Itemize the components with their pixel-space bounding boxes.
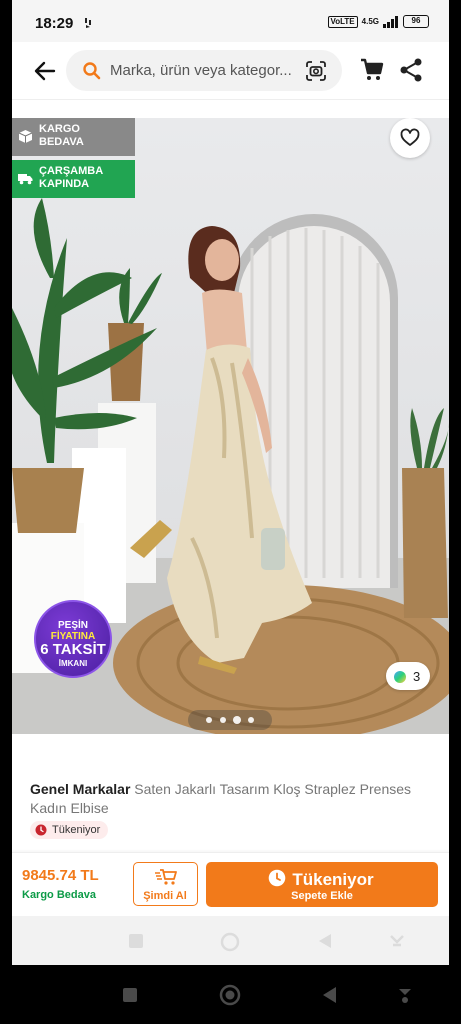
promo-line-1: PEŞİN (57, 620, 88, 631)
free-shipping-tag: KARGO BEDAVA (12, 118, 135, 156)
box-icon (18, 130, 33, 143)
system-recent-apps-icon[interactable] (122, 987, 138, 1003)
camera-search-icon[interactable] (304, 59, 328, 83)
status-indicators: VoLTE 4.5G 96 (327, 15, 429, 28)
add-to-cart-main-label: Tükeniyor (292, 870, 374, 889)
free-shipping-text: KARGO BEDAVA (39, 123, 84, 148)
back-icon[interactable] (317, 933, 333, 949)
promo-line-4: İMKANI (58, 659, 88, 668)
clock-icon (35, 824, 47, 836)
product-title[interactable]: Genel Markalar Saten Jakarlı Tasarım Klo… (30, 780, 430, 818)
brand-name[interactable]: Genel Markalar (30, 781, 130, 797)
home-icon[interactable] (220, 932, 240, 952)
purchase-bar: 9845.74 TL Kargo Bedava Şimdi Al Tükeniy… (12, 852, 449, 916)
top-header: Marka, ürün veya kategor... (12, 42, 449, 100)
device-frame: 18:29 VoLTE 4.5G 96 Marka, ürün veya kat… (0, 0, 461, 1024)
inner-navigation-bar (12, 916, 449, 965)
share-icon[interactable] (399, 57, 423, 83)
free-shipping-label: Kargo Bedava (22, 889, 96, 901)
installment-promo-badge: PEŞİN FİYATINA 6 TAKSİT İMKANI (34, 600, 112, 678)
product-image[interactable]: KARGO BEDAVA ÇARŞAMBA KAPINDA PEŞİN FİYA… (12, 118, 449, 734)
system-back-icon[interactable] (321, 986, 337, 1004)
buy-now-label: Şimdi Al (143, 890, 187, 902)
add-to-cart-button[interactable]: Tükeniyor Sepete Ekle (206, 862, 438, 907)
price: 9845.74 TL (22, 867, 99, 884)
pager-dot (206, 717, 212, 723)
system-navigation-bar (0, 965, 461, 1024)
stock-status-text: Tükeniyor (52, 824, 101, 836)
delivery-day-text: ÇARŞAMBA KAPINDA (39, 165, 103, 190)
signal-icon (383, 15, 398, 28)
color-variants-chip[interactable]: 3 (386, 662, 430, 690)
battery-indicator: 96 (403, 15, 429, 28)
favorite-button[interactable] (390, 118, 430, 158)
product-info: Genel Markalar Saten Jakarlı Tasarım Klo… (12, 734, 449, 852)
app-screen: 18:29 VoLTE 4.5G 96 Marka, ürün veya kat… (12, 0, 449, 965)
hide-keyboard-icon[interactable] (388, 932, 406, 950)
system-keyboard-toggle-icon[interactable] (395, 984, 415, 1004)
image-pager (188, 710, 272, 730)
recent-apps-icon[interactable] (128, 933, 144, 949)
pager-dot (248, 717, 254, 723)
status-time: 18:29 (35, 15, 74, 32)
pager-dot (220, 717, 226, 723)
color-count: 3 (413, 669, 421, 684)
back-arrow-icon[interactable] (32, 58, 58, 84)
volte-badge: VoLTE (327, 15, 358, 28)
buy-now-button[interactable]: Şimdi Al (133, 862, 198, 906)
color-swatch-icon (394, 671, 406, 683)
add-to-cart-sub-label: Sepete Ekle (291, 890, 353, 902)
search-placeholder: Marka, ürün veya kategor... (110, 62, 292, 79)
network-type: 4.5G (361, 17, 379, 26)
cart-icon[interactable] (359, 57, 385, 83)
status-bar: 18:29 VoLTE 4.5G 96 (12, 0, 449, 42)
promo-line-3: 6 TAKSİT (40, 641, 106, 658)
delivery-day-tag: ÇARŞAMBA KAPINDA (12, 160, 135, 198)
search-input[interactable]: Marka, ürün veya kategor... (66, 50, 342, 91)
status-notification-icon (85, 18, 91, 28)
system-home-icon[interactable] (219, 984, 241, 1006)
truck-icon (18, 174, 33, 185)
stock-status-badge: Tükeniyor (30, 821, 109, 839)
fast-cart-icon (155, 869, 177, 885)
pager-dot-active (233, 716, 241, 724)
heart-icon (400, 128, 420, 146)
search-icon (83, 62, 101, 80)
